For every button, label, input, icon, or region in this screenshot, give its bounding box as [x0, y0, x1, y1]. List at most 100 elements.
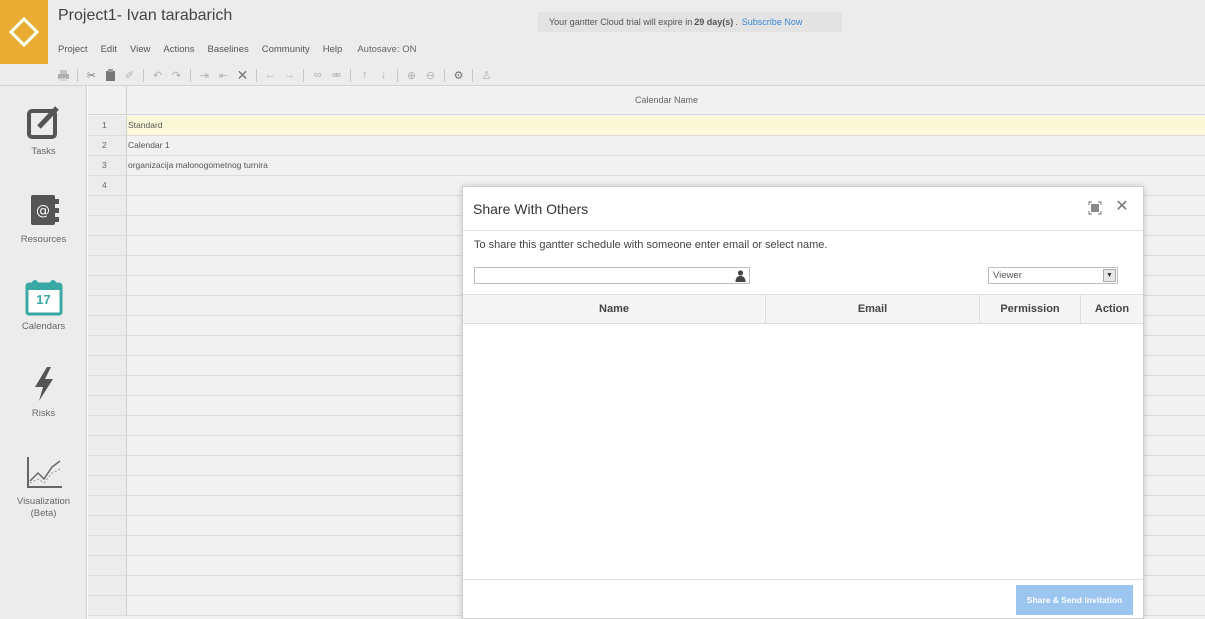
link-icon[interactable]: ∞ [310, 68, 325, 83]
menu-actions[interactable]: Actions [163, 44, 194, 55]
redo-icon[interactable]: ↷ [169, 68, 184, 83]
trial-text: Your gantter Cloud trial will expire in [549, 17, 693, 27]
row-number [88, 196, 127, 215]
menu-community[interactable]: Community [262, 44, 310, 55]
toolbar-separator [350, 68, 351, 82]
toolbar-separator [472, 68, 473, 82]
sidebar-item-label: Calendars [21, 321, 66, 332]
toolbar-separator [256, 68, 257, 82]
sidebar-item-calendars[interactable]: 17 Calendars [0, 277, 87, 333]
indent-icon[interactable]: ⇥ [197, 68, 212, 83]
row-number [88, 476, 127, 495]
print-icon[interactable] [56, 68, 71, 83]
sidebar-item-risks[interactable]: Risks [0, 364, 87, 420]
calendar-name-column-header[interactable]: Calendar Name [128, 86, 1205, 115]
email-input[interactable] [474, 267, 750, 284]
share-send-invitation-button[interactable]: Share & Send Invitation [1016, 585, 1133, 615]
settings-icon[interactable]: ⚙ [451, 68, 466, 83]
format-painter-icon[interactable]: ✐ [122, 68, 137, 83]
svg-text:@: @ [36, 203, 50, 219]
menu-baselines[interactable]: Baselines [208, 44, 249, 55]
menu-help[interactable]: Help [323, 44, 343, 55]
move-up-icon[interactable]: ↑ [357, 68, 372, 83]
row-number [88, 596, 127, 615]
chevron-down-icon: ▼ [1103, 269, 1116, 282]
row-number [88, 416, 127, 435]
zoom-out-icon[interactable]: ⊖ [423, 68, 438, 83]
column-header-name: Name [463, 295, 766, 324]
table-row[interactable]: 1 Standard [88, 116, 1205, 136]
sidebar-item-label: Resources [20, 234, 67, 245]
row-number [88, 556, 127, 575]
resources-icon: @ [24, 190, 64, 230]
calendar-day: 17 [36, 292, 51, 307]
unlink-icon[interactable]: ⚮ [329, 68, 344, 83]
close-icon[interactable]: ✕ [1114, 197, 1130, 217]
zoom-in-icon[interactable]: ⊕ [404, 68, 419, 83]
toolbar-separator [397, 68, 398, 82]
toolbar: ✂ ✐ ↶ ↷ ⇥ ⇤ ✕ ← → ∞ ⚮ ↑ ↓ ⊕ ⊖ ⚙ ♙ [48, 64, 1205, 86]
share-dialog: Share With Others ✕ To share this gantte… [462, 186, 1144, 619]
calendar-name-cell[interactable]: Calendar 1 [128, 136, 170, 155]
tasks-icon [24, 102, 64, 142]
sidebar-item-label: Risks [31, 408, 56, 419]
permission-select[interactable]: Viewer ▼ [988, 267, 1118, 284]
assign-resource-icon[interactable]: ♙ [479, 68, 494, 83]
calendar-name-cell[interactable]: Standard [128, 116, 163, 135]
row-number [88, 396, 127, 415]
sidebar-item-tasks[interactable]: Tasks [0, 102, 87, 158]
table-row[interactable]: 2 Calendar 1 [88, 136, 1205, 156]
sidebar-item-label: Visualization [16, 496, 71, 507]
project-title: Project1- Ivan tarabarich [58, 7, 233, 24]
permission-select-value: Viewer [993, 270, 1022, 281]
column-header-permission: Permission [980, 295, 1081, 324]
row-number [88, 496, 127, 515]
cut-icon[interactable]: ✂ [84, 68, 99, 83]
outdent-icon[interactable]: ⇤ [216, 68, 231, 83]
sidebar-item-label: Tasks [31, 146, 56, 157]
menu-project[interactable]: Project [58, 44, 88, 55]
row-number [88, 296, 127, 315]
row-number [88, 536, 127, 555]
menu-view[interactable]: View [130, 44, 150, 55]
menu-edit[interactable]: Edit [101, 44, 117, 55]
calendar-name-cell[interactable]: organizacija malonogometnog turnira [128, 156, 268, 175]
sidebar-item-label-beta: (Beta) [30, 508, 57, 519]
paste-icon[interactable] [103, 68, 118, 83]
row-number: 4 [88, 176, 127, 195]
sidebar-item-visualization[interactable]: Visualization (Beta) [0, 452, 87, 520]
subscribe-link[interactable]: Subscribe Now [742, 17, 803, 27]
toolbar-separator [444, 68, 445, 82]
row-number [88, 256, 127, 275]
toolbar-separator [143, 68, 144, 82]
delete-icon[interactable]: ✕ [235, 67, 250, 83]
undo-icon[interactable]: ↶ [150, 68, 165, 83]
app-header: Project1- Ivan tarabarich Your gantter C… [0, 0, 1205, 86]
menu-bar: Project Edit View Actions Baselines Comm… [58, 44, 429, 55]
logo-diamond-icon [9, 17, 39, 47]
row-number-header [88, 86, 127, 115]
sidebar-item-resources[interactable]: @ Resources [0, 190, 87, 246]
table-row[interactable]: 3 organizacija malonogometnog turnira [88, 156, 1205, 176]
maximize-icon[interactable] [1088, 201, 1102, 215]
app-logo[interactable] [0, 0, 48, 64]
trial-days: 29 day(s) [694, 17, 734, 27]
row-number [88, 436, 127, 455]
dialog-title: Share With Others [473, 201, 589, 217]
row-number [88, 356, 127, 375]
row-number [88, 216, 127, 235]
row-number [88, 516, 127, 535]
grid-header: Calendar Name [88, 86, 1205, 115]
trial-banner: Your gantter Cloud trial will expire in … [538, 12, 842, 32]
select-contact-icon[interactable] [733, 268, 748, 283]
autosave-status: Autosave: ON [357, 44, 417, 55]
toolbar-separator [77, 68, 78, 82]
risks-icon [24, 364, 64, 404]
row-number: 2 [88, 136, 127, 155]
move-left-icon[interactable]: ← [263, 68, 278, 83]
move-down-icon[interactable]: ↓ [376, 68, 391, 83]
share-instructions: To share this gantter schedule with some… [474, 239, 828, 251]
move-right-icon[interactable]: → [282, 68, 297, 83]
calendar-icon: 17 [24, 277, 64, 317]
row-number: 3 [88, 156, 127, 175]
